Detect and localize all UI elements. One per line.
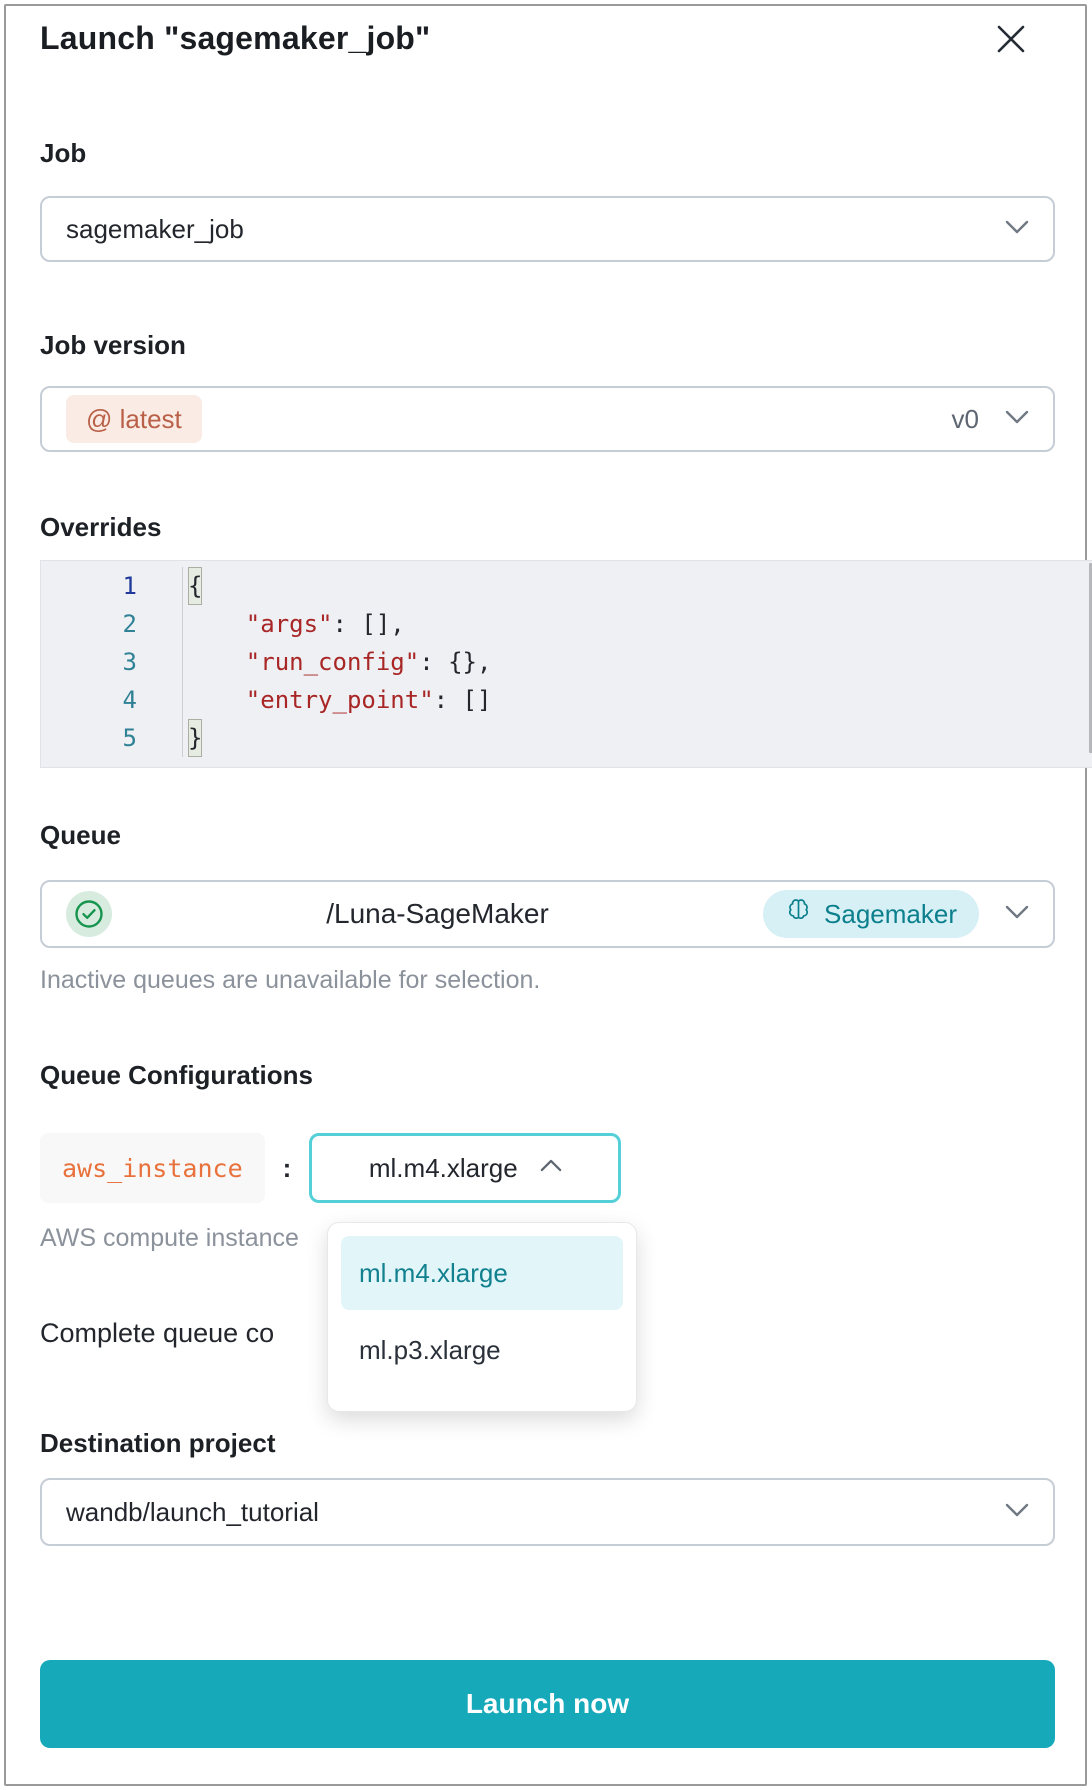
resource-badge-label: Sagemaker [824,899,957,930]
queue-select-value: /Luna-SageMaker [112,898,763,930]
job-version-value: v0 [952,404,979,435]
queue-label: Queue [40,820,1055,851]
chevron-down-icon [1005,1503,1029,1522]
code-line-text: { [183,567,202,605]
menu-option-ml-m4-xlarge[interactable]: ml.m4.xlarge [341,1236,623,1310]
line-number: 5 [41,719,137,757]
destination-select-value: wandb/launch_tutorial [66,1497,319,1528]
code-line-text: "entry_point": [] [183,681,491,719]
job-label: Job [40,138,1055,169]
menu-option-ml-p3-xlarge[interactable]: ml.p3.xlarge [341,1318,623,1382]
chevron-down-icon [1005,905,1029,924]
sagemaker-brain-icon [785,897,812,931]
sagemaker-resource-badge: Sagemaker [763,890,979,938]
overrides-label: Overrides [40,512,1055,543]
line-number: 3 [41,643,137,681]
code-line-text: "args": [], [183,605,405,643]
launch-modal: Launch "sagemaker_job" Job sagemaker_job… [4,4,1087,1786]
code-line: 2 "args": [], [41,605,1092,643]
chevron-down-icon [1005,410,1029,429]
line-number: 4 [41,681,137,719]
job-select-value: sagemaker_job [66,214,244,245]
close-icon [994,22,1028,59]
queue-config-row: aws_instance : ml.m4.xlarge [40,1133,1055,1203]
chevron-down-icon [1005,220,1029,239]
instance-select[interactable]: ml.m4.xlarge [309,1133,621,1203]
queue-active-check-icon [66,891,112,937]
line-number: 1 [41,567,137,605]
queue-select[interactable]: /Luna-SageMaker Sagemaker [40,880,1055,948]
job-version-select[interactable]: @ latest v0 [40,386,1055,452]
overrides-code-editor[interactable]: 1{2 "args": [],3 "run_config": {},4 "ent… [40,560,1092,768]
config-separator: : [283,1153,292,1184]
code-line-text: } [183,719,202,757]
launch-now-button[interactable]: Launch now [40,1660,1055,1748]
queue-helper-text: Inactive queues are unavailable for sele… [40,966,1055,995]
close-button[interactable] [989,18,1033,62]
instance-options-menu: ml.m4.xlarge ml.p3.xlarge [327,1222,637,1412]
code-line: 3 "run_config": {}, [41,643,1092,681]
chevron-up-icon [540,1159,562,1177]
code-line: 1{ [41,567,1092,605]
config-key-chip: aws_instance [40,1133,265,1203]
code-lines: 1{2 "args": [],3 "run_config": {},4 "ent… [41,567,1092,757]
code-line: 4 "entry_point": [] [41,681,1092,719]
destination-project-label: Destination project [40,1428,1055,1459]
latest-alias-badge: @ latest [66,395,202,443]
line-number: 2 [41,605,137,643]
instance-select-value: ml.m4.xlarge [369,1153,518,1184]
queue-configurations-label: Queue Configurations [40,1060,1055,1091]
destination-project-select[interactable]: wandb/launch_tutorial [40,1478,1055,1546]
job-version-label: Job version [40,330,1055,361]
job-select[interactable]: sagemaker_job [40,196,1055,262]
code-line: 5} [41,719,1092,757]
modal-title: Launch "sagemaker_job" [40,20,1055,57]
code-line-text: "run_config": {}, [183,643,491,681]
